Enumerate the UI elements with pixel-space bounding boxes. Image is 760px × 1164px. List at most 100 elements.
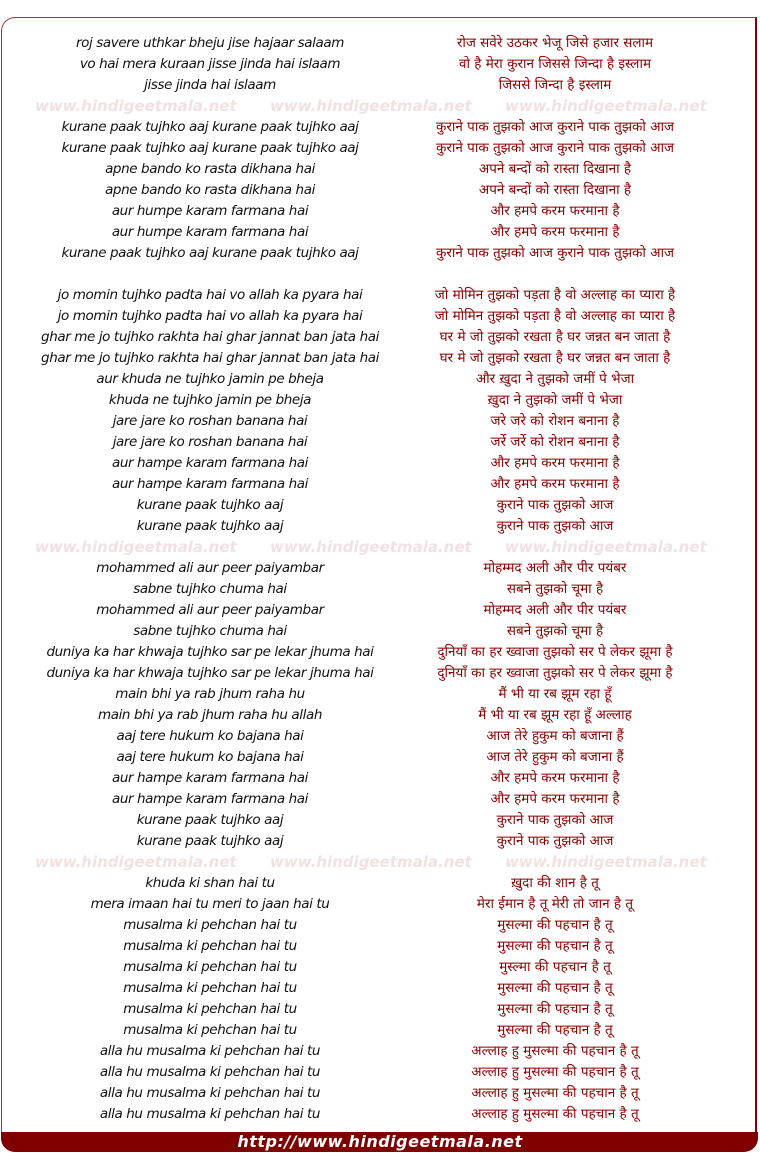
lyric-line: musalma ki pehchan hai tu मुसल्मा की पहचा…: [0, 999, 760, 1020]
lyric-hindi: रोज सवेरे उठकर भेजू जिसे हजार सलाम: [456, 35, 654, 51]
lyric-line: sabne tujhko chuma hai सबने तुझको चूमा है: [0, 579, 760, 600]
lyric-line: alla hu musalma ki pehchan hai tu अल्लाह …: [0, 1083, 760, 1104]
lyric-english: sabne tujhko chuma hai: [133, 581, 287, 597]
lyric-hindi: कुराने पाक तुझको आज: [496, 497, 614, 513]
lyric-hindi: अपने बन्दों को रास्ता दिखाना है: [478, 182, 632, 198]
lyric-line: kurane paak tujhko aaj kurane paak tujhk…: [0, 117, 760, 138]
lyric-line: alla hu musalma ki pehchan hai tu अल्लाह …: [0, 1062, 760, 1083]
lyric-english: ghar me jo tujhko rakhta hai ghar jannat…: [41, 350, 379, 366]
lyric-line: aur humpe karam farmana hai और हमपे करम फ…: [0, 201, 760, 222]
lyric-line: jare jare ko roshan banana hai जर्रे जर्र…: [0, 432, 760, 453]
lyric-hindi: कुराने पाक तुझको आज: [496, 833, 614, 849]
lyric-hindi: मोहम्मद अली और पीर पयंबर: [483, 560, 627, 576]
lyric-hindi: कुराने पाक तुझको आज: [496, 812, 614, 828]
lyric-hindi: अल्लाह हु मुसल्मा की पहचान है तू: [471, 1043, 639, 1059]
lyric-hindi: अल्लाह हु मुसल्मा की पहचान है तू: [471, 1064, 639, 1080]
lyric-line: jare jare ko roshan banana hai जरे जरे को…: [0, 411, 760, 432]
lyric-hindi: जिससे जिन्दा है इस्लाम: [498, 77, 612, 93]
lyric-english: main bhi ya rab jhum raha hu allah: [97, 707, 323, 723]
lyric-english: duniya ka har khwaja tujhko sar pe lekar…: [46, 644, 374, 660]
lyric-line: khuda ki shan hai tu ख़ुदा की शान है तू: [0, 873, 760, 894]
lyric-english: mohammed ali aur peer paiyambar: [96, 602, 324, 618]
lyric-line: duniya ka har khwaja tujhko sar pe lekar…: [0, 642, 760, 663]
lyric-english: musalma ki pehchan hai tu: [123, 938, 297, 954]
lyric-hindi: और ख़ुदा ने तुझको जमीं पे भेजा: [475, 371, 635, 387]
lyric-line: musalma ki pehchan hai tu मुसल्मा की पहचा…: [0, 915, 760, 936]
lyric-line: mohammed ali aur peer paiyambar मोहम्मद अ…: [0, 558, 760, 579]
lyric-hindi: जरे जरे को रोशन बनाना है: [490, 413, 620, 429]
lyric-line: alla hu musalma ki pehchan hai tu अल्लाह …: [0, 1104, 760, 1125]
lyric-english: alla hu musalma ki pehchan hai tu: [99, 1064, 321, 1080]
lyric-english: mohammed ali aur peer paiyambar: [96, 560, 324, 576]
lyric-hindi: मुसल्मा की पहचान है तू: [497, 938, 613, 954]
lyric-english: aur hampe karam farmana hai: [111, 476, 309, 492]
watermark-text: www.hindigeetmala.net: [270, 97, 472, 115]
lyric-english: musalma ki pehchan hai tu: [123, 980, 297, 996]
lyric-hindi: कुराने पाक तुझको आज: [496, 518, 614, 534]
lyric-english: aur humpe karam farmana hai: [111, 203, 309, 219]
lyric-line: mohammed ali aur peer paiyambar मोहम्मद अ…: [0, 600, 760, 621]
lyric-line: aur humpe karam farmana hai और हमपे करम फ…: [0, 222, 760, 243]
lyric-hindi: मैं भी या रब झूम रहा हूँ: [498, 686, 612, 702]
lyric-hindi: मोहम्मद अली और पीर पयंबर: [483, 602, 627, 618]
lyric-hindi: ख़ुदा की शान है तू: [511, 875, 599, 891]
lyric-english: kurane paak tujhko aaj: [136, 833, 284, 849]
lyric-english: jare jare ko roshan banana hai: [112, 434, 308, 450]
footer-site-link[interactable]: http://www.hindigeetmala.net: [0, 1131, 760, 1153]
lyric-line: khuda ne tujhko jamin pe bheja ख़ुदा ने त…: [0, 390, 760, 411]
lyric-line: musalma ki pehchan hai tu मुसल्मा की पहचा…: [0, 978, 760, 999]
lyric-line: kurane paak tujhko aaj कुराने पाक तुझको आ…: [0, 810, 760, 831]
lyric-line: sabne tujhko chuma hai सबने तुझको चूमा है: [0, 621, 760, 642]
lyric-hindi: और हमपे करम फरमाना है: [490, 770, 620, 786]
lyric-english: khuda ki shan hai tu: [145, 875, 275, 891]
lyric-english: aur hampe karam farmana hai: [111, 455, 309, 471]
lyric-english: kurane paak tujhko aaj kurane paak tujhk…: [61, 140, 359, 156]
lyric-hindi: और हमपे करम फरमाना है: [490, 455, 620, 471]
lyric-line: roj savere uthkar bheju jise hajaar sala…: [0, 33, 760, 54]
lyric-line: kurane paak tujhko aaj kurane paak tujhk…: [0, 138, 760, 159]
lyrics-body: roj savere uthkar bheju jise hajaar sala…: [0, 33, 760, 1125]
lyric-english: sabne tujhko chuma hai: [133, 623, 287, 639]
lyric-hindi: और हमपे करम फरमाना है: [490, 476, 620, 492]
lyric-line: kurane paak tujhko aaj kurane paak tujhk…: [0, 243, 760, 264]
lyric-hindi: और हमपे करम फरमाना है: [490, 203, 620, 219]
lyric-line: alla hu musalma ki pehchan hai tu अल्लाह …: [0, 1041, 760, 1062]
lyric-line: kurane paak tujhko aaj कुराने पाक तुझको आ…: [0, 495, 760, 516]
lyric-english: kurane paak tujhko aaj kurane paak tujhk…: [61, 245, 359, 261]
lyric-english: kurane paak tujhko aaj kurane paak tujhk…: [61, 119, 359, 135]
lyric-english: jisse jinda hai islaam: [144, 77, 276, 93]
lyric-english: jo momin tujhko padta hai vo allah ka py…: [57, 308, 363, 324]
lyric-english: kurane paak tujhko aaj: [136, 812, 284, 828]
stanza-break: [0, 264, 760, 285]
lyric-hindi: मुसल्मा की पहचान है तू: [497, 1001, 613, 1017]
lyric-hindi: आज तेरे हुकुम को बजाना हैं: [486, 749, 624, 765]
lyric-line: aur khuda ne tujhko jamin pe bheja और ख़ु…: [0, 369, 760, 390]
lyric-hindi: कुराने पाक तुझको आज कुराने पाक तुझको आज: [435, 140, 675, 156]
lyric-hindi: मुसल्मा की पहचान है तू: [497, 1022, 613, 1038]
lyric-english: roj savere uthkar bheju jise hajaar sala…: [75, 35, 345, 51]
lyric-english: apne bando ko rasta dikhana hai: [105, 161, 315, 177]
watermark-text: www.hindigeetmala.net: [35, 97, 237, 115]
lyric-hindi: और हमपे करम फरमाना है: [490, 224, 620, 240]
lyric-english: vo hai mera kuraan jisse jinda hai islaa…: [79, 56, 341, 72]
lyric-line: ghar me jo tujhko rakhta hai ghar jannat…: [0, 327, 760, 348]
lyric-english: aur hampe karam farmana hai: [111, 791, 309, 807]
lyric-hindi: जो मोमिन तुझको पड़ता है वो अल्लाह का प्य…: [434, 287, 676, 303]
lyric-english: mera imaan hai tu meri to jaan hai tu: [90, 896, 330, 912]
lyric-line: ghar me jo tujhko rakhta hai ghar jannat…: [0, 348, 760, 369]
lyric-english: aur khuda ne tujhko jamin pe bheja: [96, 371, 324, 387]
lyric-line: aur hampe karam farmana hai और हमपे करम फ…: [0, 453, 760, 474]
watermark-text: www.hindigeetmala.net: [35, 538, 237, 556]
lyric-line: jisse jinda hai islaam जिससे जिन्दा है इस…: [0, 75, 760, 96]
lyric-english: main bhi ya rab jhum raha hu: [115, 686, 305, 702]
lyric-line: apne bando ko rasta dikhana hai अपने बन्द…: [0, 159, 760, 180]
watermark-text: www.hindigeetmala.net: [505, 97, 707, 115]
lyric-hindi: आज तेरे हुकुम को बजाना हैं: [486, 728, 624, 744]
lyric-hindi: घर मे जो तुझको रखता है घर जन्नत बन जाता …: [439, 350, 671, 366]
lyric-hindi: सबने तुझको चूमा है: [506, 581, 604, 597]
lyric-english: musalma ki pehchan hai tu: [123, 959, 297, 975]
lyric-line: aaj tere hukum ko bajana hai आज तेरे हुकु…: [0, 747, 760, 768]
lyric-english: aaj tere hukum ko bajana hai: [116, 728, 304, 744]
lyric-line: aaj tere hukum ko bajana hai आज तेरे हुकु…: [0, 726, 760, 747]
lyric-line: kurane paak tujhko aaj कुराने पाक तुझको आ…: [0, 516, 760, 537]
